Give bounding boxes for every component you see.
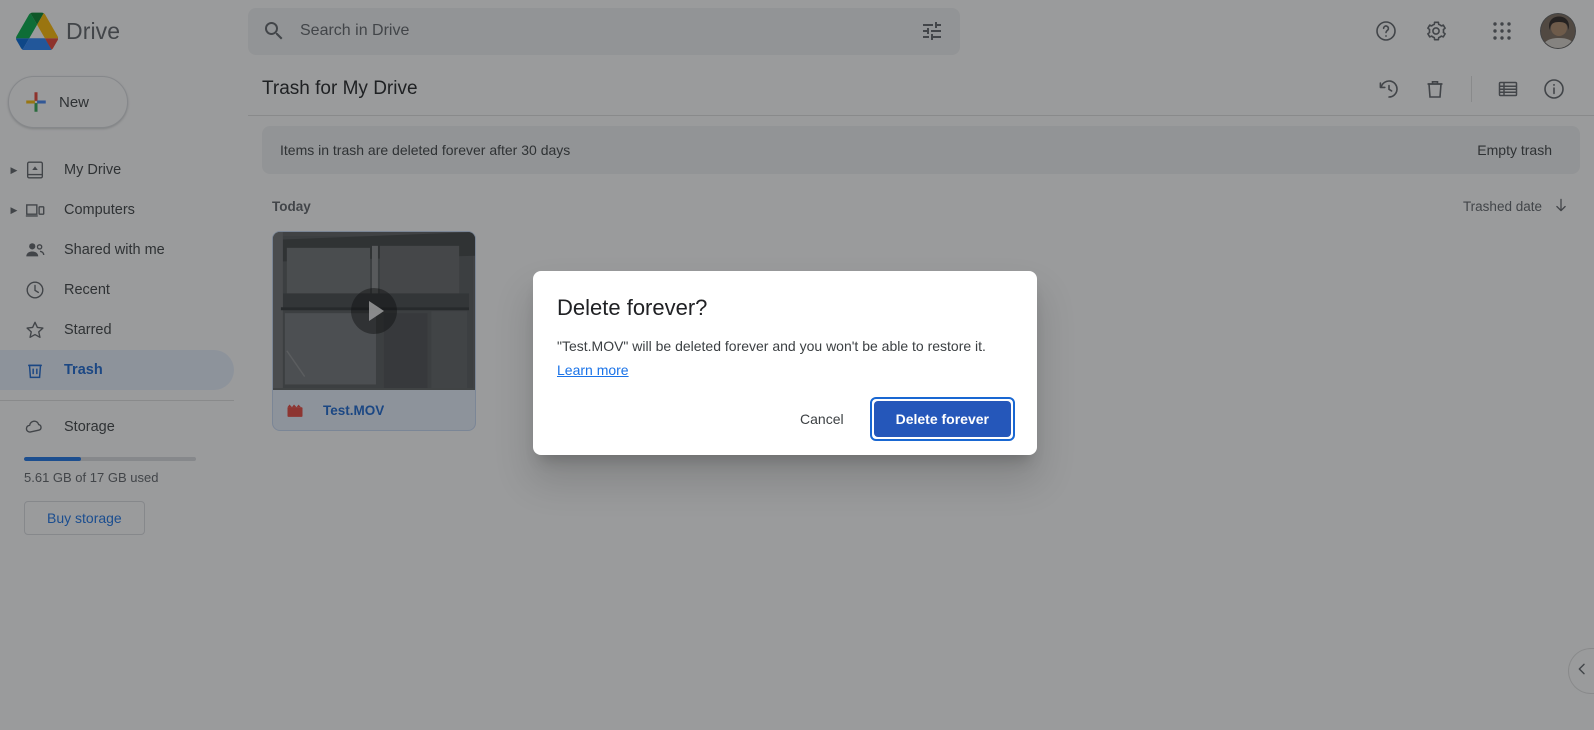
delete-forever-dialog: Delete forever? "Test.MOV" will be delet… xyxy=(533,271,1037,455)
learn-more-link[interactable]: Learn more xyxy=(557,360,629,380)
dialog-actions: Cancel Delete forever xyxy=(788,397,1015,441)
drive-app: Drive Search in Drive New ▶ My Drive ▶ C… xyxy=(0,0,1594,730)
delete-forever-button[interactable]: Delete forever xyxy=(873,401,1011,437)
dialog-title: Delete forever? xyxy=(557,295,708,320)
cancel-button[interactable]: Cancel xyxy=(788,402,856,436)
confirm-button-focus-ring: Delete forever xyxy=(869,397,1015,441)
dialog-body: "Test.MOV" will be deleted forever and y… xyxy=(557,336,1013,380)
dialog-message: "Test.MOV" will be deleted forever and y… xyxy=(557,338,986,354)
